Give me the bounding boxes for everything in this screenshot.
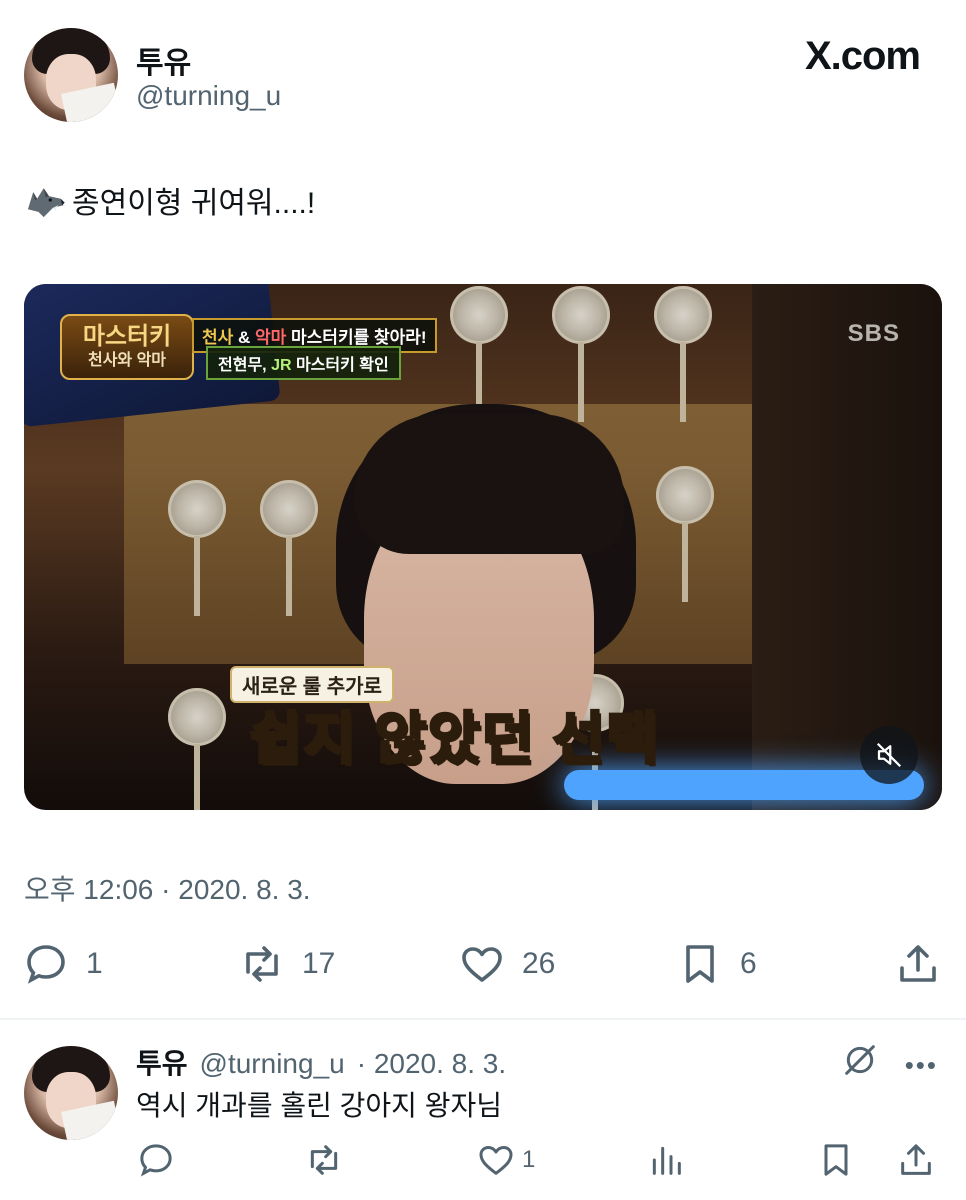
- key-decoration: [260, 480, 318, 616]
- reply-button[interactable]: 1: [22, 940, 103, 988]
- bookmark-button[interactable]: 6: [676, 940, 757, 988]
- reply-date[interactable]: · 2020. 8. 3.: [357, 1048, 506, 1080]
- reply-avatar[interactable]: [24, 1046, 118, 1140]
- reply-share-button[interactable]: [896, 1140, 936, 1180]
- reply-display-name[interactable]: 투유: [136, 1042, 188, 1082]
- retweet-button[interactable]: 17: [238, 940, 335, 988]
- retweet-icon: [310, 1145, 338, 1175]
- comment-icon: [27, 945, 65, 984]
- tweet-text: 종연이형 귀여워....!: [72, 187, 316, 220]
- key-decoration: [450, 286, 508, 422]
- person-fringe: [354, 414, 624, 554]
- reply-handle[interactable]: @turning_u: [200, 1048, 345, 1080]
- reply-like-button[interactable]: 1: [476, 1140, 535, 1180]
- tweet-actions: 1 17 26 6: [22, 940, 942, 996]
- bookmark-icon: [824, 1144, 848, 1176]
- divider: [0, 1018, 966, 1020]
- reply-actions: 1: [136, 1140, 942, 1186]
- author-handle[interactable]: @turning_u: [136, 80, 281, 112]
- grok-icon[interactable]: [840, 1040, 880, 1080]
- retweet-count: 17: [302, 947, 336, 980]
- like-count: 26: [522, 947, 556, 980]
- reply-reply-button[interactable]: [136, 1140, 176, 1180]
- more-options-icon[interactable]: •••: [905, 1050, 938, 1081]
- key-decoration: [552, 286, 610, 422]
- reply-text: 역시 개과를 홀린 강아지 왕자님: [136, 1090, 502, 1121]
- tweet-text-row: 종연이형 귀여워....!: [24, 178, 315, 222]
- share-icon: [901, 1144, 931, 1175]
- broadcaster-logo: SBS: [847, 320, 900, 347]
- bookmark-count: 6: [740, 947, 757, 980]
- views-chart-icon: [652, 1146, 681, 1175]
- author-avatar[interactable]: [24, 28, 118, 122]
- wolf-emoji-icon: [27, 188, 65, 218]
- mute-button[interactable]: [860, 726, 918, 784]
- key-decoration: [168, 688, 226, 810]
- show-logo: 마스터키 천사와 악마: [60, 314, 194, 380]
- share-button[interactable]: [894, 940, 942, 988]
- key-decoration: [656, 466, 714, 602]
- reply-retweet-button[interactable]: [304, 1140, 344, 1180]
- background-shelf: [752, 284, 942, 810]
- x-logo[interactable]: X.com: [805, 34, 921, 79]
- key-decoration: [654, 286, 712, 422]
- reply-like-count: 1: [522, 1146, 536, 1173]
- heart-icon: [479, 1146, 513, 1175]
- reply-bookmark-button[interactable]: [816, 1140, 856, 1180]
- subtitle-big: 쉽지 않았던 선택: [249, 706, 660, 772]
- share-icon: [900, 945, 936, 982]
- reply-header: 투유 @turning_u · 2020. 8. 3.: [136, 1042, 506, 1082]
- speaker-muted-icon: [876, 742, 902, 768]
- bookmark-icon: [686, 945, 714, 983]
- key-decoration: [168, 480, 226, 616]
- comment-icon: [140, 1144, 172, 1177]
- video-player[interactable]: 마스터키 천사와 악마 천사 & 악마 마스터키를 찾아라! 전현무, JR 마…: [24, 284, 942, 810]
- caption-second: 전현무, JR 마스터키 확인: [206, 346, 401, 380]
- heart-icon: [462, 947, 502, 982]
- tweet-timestamp[interactable]: 오후 12:06 · 2020. 8. 3.: [24, 868, 311, 908]
- reply-views-button[interactable]: [646, 1140, 686, 1180]
- retweet-icon: [246, 946, 278, 982]
- like-button[interactable]: 26: [458, 940, 555, 988]
- author-display-name[interactable]: 투유: [136, 38, 191, 82]
- reply-count: 1: [86, 947, 103, 980]
